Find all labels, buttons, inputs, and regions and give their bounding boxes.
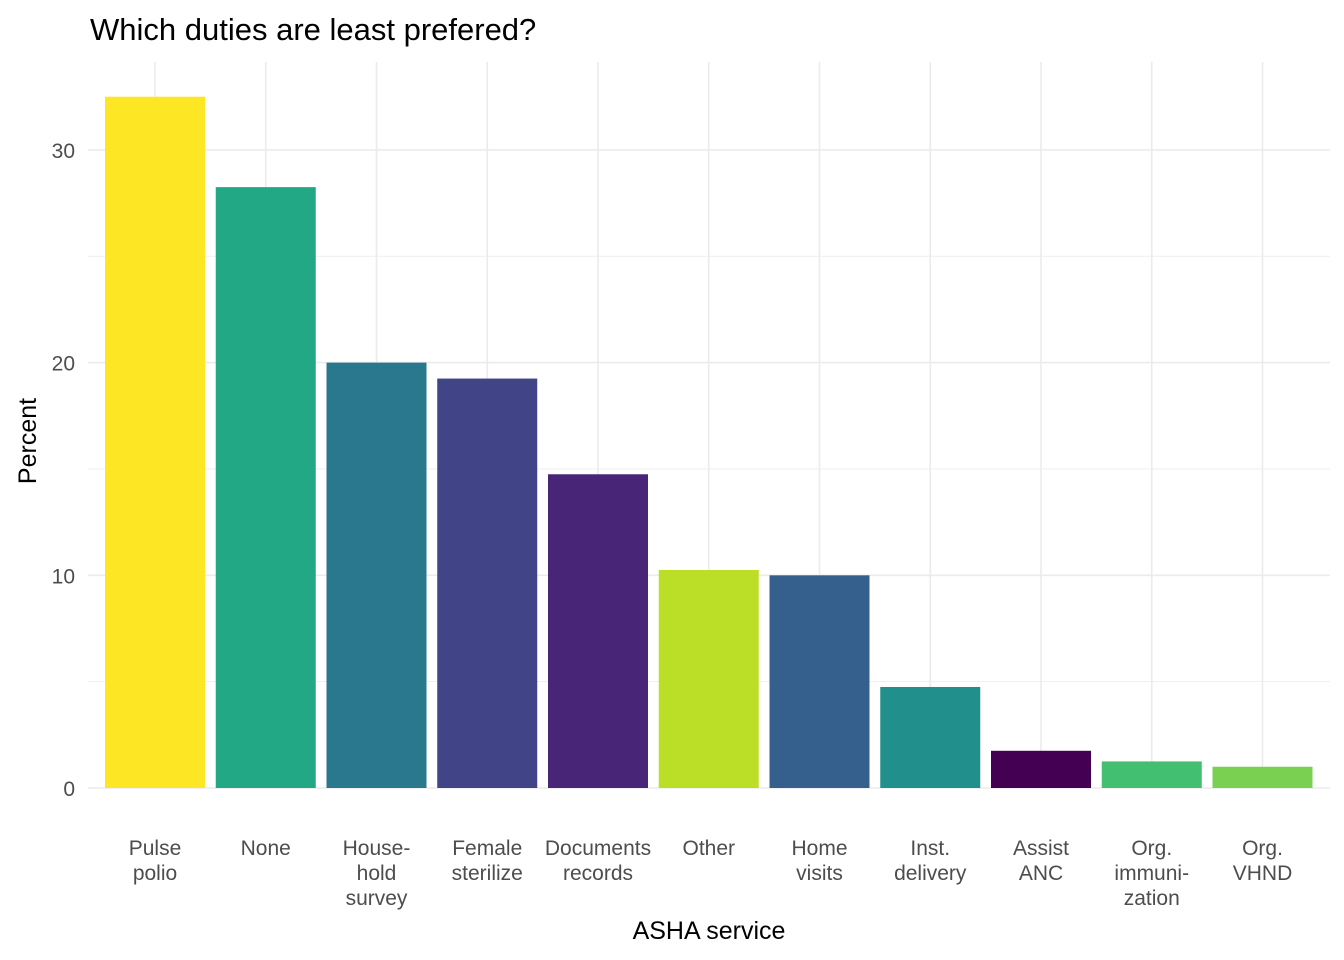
bar-none [215, 187, 316, 788]
bar-chart: Which duties are least prefered? 0 10 20 30… [14, 12, 1330, 945]
bar-inst-delivery [880, 686, 981, 788]
x-tick-label: Assist ANC [1013, 837, 1069, 885]
x-tick-label: Documents records [545, 837, 651, 885]
x-tick-label: Org. immuni-zation [1114, 837, 1189, 910]
x-tick-label: Inst. delivery [894, 837, 967, 885]
x-axis-title: ASHA service [633, 917, 786, 945]
bar-org-immuni-zation [1101, 761, 1202, 788]
x-tick-label: Org. VHND [1233, 837, 1293, 885]
bar-female-sterilize [437, 378, 538, 788]
x-tick-label: Female sterilize [452, 837, 523, 885]
y-tick-label: 0 [63, 778, 75, 801]
x-tick-label: House-hold survey [343, 837, 411, 910]
bar-org-vhnd [1212, 766, 1313, 788]
bar-assist-anc [991, 750, 1091, 788]
y-tick-label: 20 [52, 353, 75, 376]
x-tick-label: None [241, 837, 291, 860]
x-tick-label: Pulse polio [129, 837, 182, 885]
bar-other [658, 569, 759, 788]
x-tick-label: Other [682, 837, 735, 860]
bar-documents-records [548, 474, 648, 788]
y-axis-ticks: 0 10 20 30 [52, 140, 75, 801]
bar-pulse-polio [105, 96, 205, 789]
chart-title: Which duties are least prefered? [90, 12, 536, 47]
bar-house-hold-survey [326, 362, 427, 788]
y-axis-title: Percent [14, 398, 42, 484]
x-axis-ticks: Pulse polio None House-hold survey Female ster… [129, 837, 1293, 910]
y-tick-label: 30 [52, 140, 75, 163]
bar-home-visits [769, 575, 870, 788]
y-tick-label: 10 [52, 565, 75, 588]
x-tick-label: Home visits [791, 837, 847, 885]
